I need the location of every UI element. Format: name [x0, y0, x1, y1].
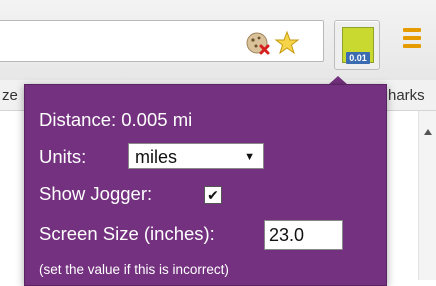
screen-size-label: Screen Size (inches): [39, 223, 215, 244]
cookie-blocked-icon[interactable] [245, 30, 271, 56]
show-jogger-label: Show Jogger: [39, 183, 153, 204]
bookmark-item[interactable]: ze [2, 87, 18, 104]
extension-button[interactable]: 0.01 [334, 20, 380, 70]
units-label: Units: [39, 146, 87, 167]
chevron-down-icon: ▼ [244, 151, 255, 163]
screen-size-input[interactable]: 23.0 [264, 220, 343, 250]
screen-size-hint: (set the value if this is incorrect) [39, 262, 229, 277]
menu-icon[interactable] [403, 28, 421, 52]
vertical-scrollbar[interactable] [418, 111, 436, 280]
show-jogger-checkbox[interactable]: ✔ [204, 186, 222, 204]
units-select[interactable]: miles ▼ [128, 143, 264, 169]
units-selected-value: miles [135, 147, 178, 167]
distance-text: Distance: 0.005 mi [39, 109, 193, 130]
scroll-up-icon[interactable] [424, 129, 432, 135]
browser-toolbar: 0.01 [0, 0, 436, 81]
extension-icon: 0.01 [342, 27, 374, 64]
extension-badge: 0.01 [346, 52, 370, 64]
star-icon[interactable] [274, 30, 300, 56]
bookmark-item[interactable]: harks [388, 87, 425, 104]
extension-popup: Distance: 0.005 mi Units: miles ▼ Show J… [24, 84, 387, 286]
